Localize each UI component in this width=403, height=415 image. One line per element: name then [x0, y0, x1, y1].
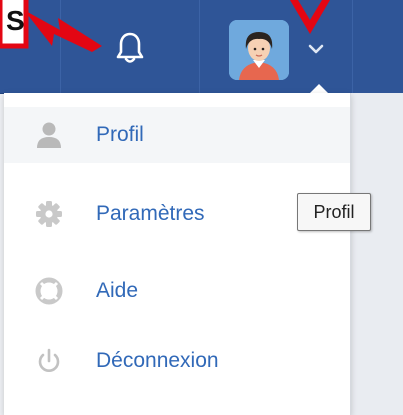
menu-item-label: Paramètres: [96, 202, 205, 225]
gear-icon: [34, 199, 64, 229]
menu-item-aide[interactable]: Aide: [4, 263, 350, 319]
tooltip: Profil: [297, 193, 371, 231]
menu-item-profil[interactable]: Profil: [4, 107, 350, 163]
lifebuoy-icon: [34, 276, 64, 306]
menu-item-label: Profil: [96, 123, 144, 146]
user-icon: [34, 120, 64, 150]
power-icon: [34, 346, 64, 376]
annotation-partial-label: S: [6, 5, 25, 36]
user-dropdown-menu: Profil Paramètres Aide Déconnexion: [4, 93, 351, 415]
menu-item-deconnexion[interactable]: Déconnexion: [4, 333, 350, 389]
annotation-arrows: [0, 0, 330, 52]
page-background: [350, 93, 403, 415]
menu-item-label: Déconnexion: [96, 349, 219, 372]
menu-item-label: Aide: [96, 279, 139, 302]
